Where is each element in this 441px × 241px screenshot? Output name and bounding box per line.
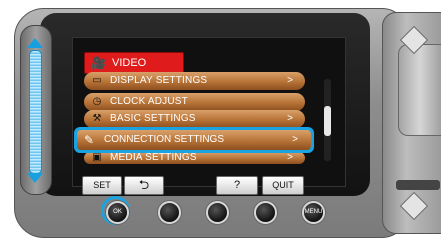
video-camera-icon: 🎥 <box>91 56 106 70</box>
menu-item-label: CLOCK ADJUST <box>110 96 188 107</box>
connection-icon: ✎ <box>84 133 95 147</box>
menu-scrollbar-thumb[interactable] <box>324 106 331 136</box>
menu-item-media-settings[interactable]: ▣ MEDIA SETTINGS > <box>84 152 305 164</box>
menu-item-label: DISPLAY SETTINGS <box>110 75 208 86</box>
hardware-button-4[interactable] <box>254 201 277 224</box>
menu-item-label: BASIC SETTINGS <box>110 113 196 124</box>
menu-item-display-settings[interactable]: ▭ DISPLAY SETTINGS > <box>84 72 305 90</box>
menu-header-video[interactable]: 🎥 VIDEO <box>84 52 184 74</box>
hinge-slot <box>396 180 440 190</box>
hardware-button-2[interactable] <box>158 201 181 224</box>
menu-item-connection-settings[interactable]: ✎ CONNECTION SETTINGS > <box>74 127 314 153</box>
menu-item-label: CONNECTION SETTINGS <box>104 134 225 145</box>
menu-item-basic-settings[interactable]: ⚒ BASIC SETTINGS > <box>84 110 305 128</box>
slider-down-arrow-icon[interactable] <box>27 173 43 183</box>
slider-highlight-bar[interactable] <box>29 50 42 174</box>
chevron-right-icon: > <box>292 134 298 145</box>
hinge-latch <box>398 44 441 136</box>
menu-header-label: VIDEO <box>112 57 147 69</box>
media-icon: ▣ <box>92 152 102 163</box>
set-button[interactable]: SET <box>82 176 122 195</box>
help-button[interactable]: ? <box>216 176 258 195</box>
chevron-right-icon: > <box>287 113 293 124</box>
quit-button[interactable]: QUIT <box>262 176 304 195</box>
menu-button[interactable]: MENU <box>302 201 325 224</box>
menu-item-label: MEDIA SETTINGS <box>110 152 197 163</box>
wrench-icon: ⚒ <box>92 113 102 124</box>
ok-button[interactable]: OK <box>106 201 129 224</box>
clock-icon: ◷ <box>92 96 102 107</box>
hardware-button-3[interactable] <box>206 201 229 224</box>
chevron-right-icon: > <box>287 75 293 86</box>
back-arrow-icon[interactable]: ⮌ <box>124 176 164 195</box>
display-icon: ▭ <box>92 75 102 86</box>
slider-up-arrow-icon[interactable] <box>27 38 43 48</box>
chevron-right-icon: > <box>287 152 293 163</box>
menu-item-clock-adjust[interactable]: ◷ CLOCK ADJUST <box>84 93 305 111</box>
